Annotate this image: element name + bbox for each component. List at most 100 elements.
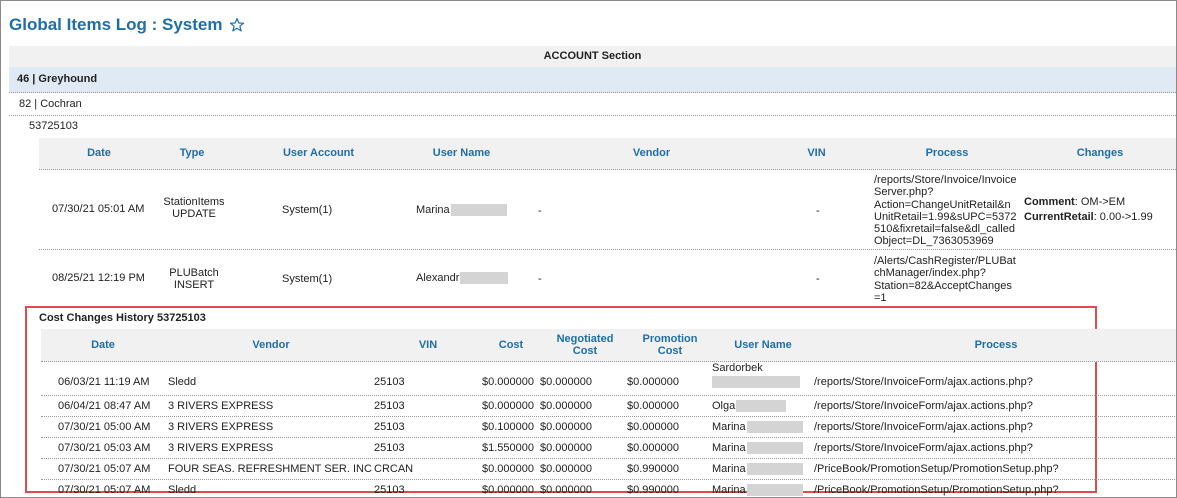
cost-negotiated: $0.000000 [540, 442, 592, 454]
log-vendor: - [538, 273, 542, 285]
col-process: Process [925, 147, 969, 159]
log-date: 08/25/21 12:19 PM [52, 272, 145, 284]
log-user-account: System(1) [282, 273, 333, 285]
log-vin: - [816, 205, 820, 217]
cost-vin: 25103 [374, 484, 405, 496]
cost-process[interactable]: /reports/Store/InvoiceForm/ajax.actions.… [814, 438, 1033, 458]
redacted-surname [460, 272, 509, 285]
cost-promotion: $0.000000 [627, 376, 679, 388]
log-user-account: System(1) [282, 204, 333, 216]
log-process[interactable]: /reports/Store/Invoice/Invoice Server.ph… [874, 174, 1016, 248]
log-date: 07/30/21 05:01 AM [52, 203, 145, 215]
cost-negotiated: $0.000000 [540, 484, 592, 496]
cost-cost: $0.100000 [482, 421, 534, 433]
log-user-name: Marina [416, 204, 507, 217]
cost-date: 07/30/21 05:03 AM [58, 442, 151, 454]
cost-history-title: Cost Changes History 53725103 [39, 312, 206, 324]
store-row[interactable]: 82 | Cochran [9, 93, 1176, 116]
cost-cost: $0.000000 [482, 400, 534, 412]
redacted-surname [450, 204, 507, 217]
col-date: Date [91, 339, 115, 351]
cost-negotiated: $0.000000 [540, 463, 592, 475]
col-user-name: User Name [432, 147, 491, 159]
cost-vin: 25103 [374, 442, 405, 454]
cost-date: 07/30/21 05:07 AM [58, 463, 151, 475]
store-group-row[interactable]: 46 | Greyhound [9, 67, 1176, 93]
cost-cost: $0.000000 [482, 484, 534, 496]
col-vendor: Vendor [632, 147, 671, 159]
cost-vin: 25103 [374, 421, 405, 433]
col-type: Type [179, 147, 205, 159]
col-cost: Cost [498, 339, 524, 351]
page-frame: Global Items Log : System ACCOUNT Sectio… [0, 0, 1177, 498]
cost-vin: 25103 [374, 400, 405, 412]
col-vin: VIN [418, 339, 438, 351]
cost-process[interactable]: /reports/Store/InvoiceForm/ajax.actions.… [814, 372, 1033, 392]
cost-process[interactable]: /reports/Store/InvoiceForm/ajax.actions.… [814, 417, 1033, 437]
cost-row[interactable]: 06/03/21 11:19 AM Sledd 25103 $0.000000 … [41, 362, 1176, 396]
log-vin: - [816, 273, 820, 285]
cost-row[interactable]: 06/04/21 08:47 AM 3 RIVERS EXPRESS 25103… [41, 396, 1176, 417]
cost-row[interactable]: 07/30/21 05:03 AM 3 RIVERS EXPRESS 25103… [41, 438, 1176, 459]
col-process: Process [974, 339, 1018, 351]
cost-process[interactable]: /PriceBook/PromotionSetup/PromotionSetup… [814, 459, 1059, 479]
cost-row[interactable]: 07/30/21 05:07 AM Sledd 25103 $0.000000 … [41, 480, 1176, 497]
account-section-header: ACCOUNT Section [9, 46, 1176, 67]
redacted-surname [746, 442, 803, 455]
redacted-surname [746, 421, 803, 434]
redacted-surname [736, 400, 787, 413]
cost-cost: $1.550000 [482, 442, 534, 454]
log-type: StationItems UPDATE [163, 196, 225, 220]
cost-vendor: FOUR SEAS. REFRESHMENT SER. INC [168, 463, 372, 475]
col-negotiated-cost: Negotiated Cost [556, 333, 614, 357]
cost-date: 06/04/21 08:47 AM [58, 400, 151, 412]
cost-process[interactable]: /PriceBook/PromotionSetup/PromotionSetup… [814, 480, 1059, 497]
cost-history-header: Date Vendor VIN Cost Negotiated Cost Pro… [41, 329, 1176, 362]
cost-vin: CRCAN [374, 463, 414, 475]
item-code-row[interactable]: 53725103 [19, 116, 1176, 136]
cost-vendor: 3 RIVERS EXPRESS [168, 442, 274, 454]
star-outline-icon[interactable] [229, 17, 245, 33]
cost-negotiated: $0.000000 [540, 400, 592, 412]
redacted-surname [746, 484, 803, 497]
log-table-header: Date Type User Account User Name Vendor … [39, 138, 1176, 170]
cost-row[interactable]: 07/30/21 05:07 AM FOUR SEAS. REFRESHMENT… [41, 459, 1176, 480]
log-changes: Comment: OM->EM CurrentRetail: 0.00->1.9… [1024, 196, 1153, 223]
cost-user: Sardorbek [712, 362, 800, 388]
cost-user: Marina [712, 459, 803, 479]
cost-row[interactable]: 07/30/21 05:00 AM 3 RIVERS EXPRESS 25103… [41, 417, 1176, 438]
page-title-text: Global Items Log : System [9, 15, 223, 34]
cost-user: Marina [712, 438, 803, 458]
redacted-surname [712, 376, 800, 388]
cost-date: 06/03/21 11:19 AM [58, 376, 150, 388]
cost-user: Marina [712, 417, 803, 437]
cost-vendor: 3 RIVERS EXPRESS [168, 400, 274, 412]
log-vendor: - [538, 205, 542, 217]
cost-process[interactable]: /reports/Store/InvoiceForm/ajax.actions.… [814, 396, 1033, 416]
col-user-account: User Account [282, 147, 355, 159]
cost-date: 07/30/21 05:07 AM [58, 484, 151, 496]
page-title: Global Items Log : System [9, 15, 245, 35]
log-type: PLUBatch INSERT [169, 267, 219, 291]
cost-promotion: $0.000000 [627, 442, 679, 454]
cost-user: Marina [712, 480, 803, 497]
cost-date: 07/30/21 05:00 AM [58, 421, 151, 433]
col-vin: VIN [807, 147, 826, 159]
cost-cost: $0.000000 [482, 376, 534, 388]
cost-vendor: 3 RIVERS EXPRESS [168, 421, 274, 433]
log-process[interactable]: /Alerts/CashRegister/PLUBat chManager/in… [874, 255, 1016, 304]
log-row[interactable]: 07/30/21 05:01 AM StationItems UPDATE Sy… [39, 169, 1176, 250]
redacted-surname [746, 463, 803, 476]
col-user-name: User Name [734, 339, 792, 351]
cost-negotiated: $0.000000 [540, 421, 592, 433]
col-promotion-cost: Promotion Cost [642, 333, 698, 357]
cost-vendor: Sledd [168, 376, 197, 388]
cost-negotiated: $0.000000 [540, 376, 592, 388]
cost-promotion: $0.000000 [627, 400, 679, 412]
cost-promotion: $0.990000 [627, 463, 679, 475]
cost-promotion: $0.990000 [627, 484, 679, 496]
cost-vin: 25103 [374, 376, 405, 388]
log-row[interactable]: 08/25/21 12:19 PM PLUBatch INSERT System… [39, 250, 1176, 306]
col-vendor: Vendor [252, 339, 290, 351]
cost-vendor: Sledd [168, 484, 197, 496]
